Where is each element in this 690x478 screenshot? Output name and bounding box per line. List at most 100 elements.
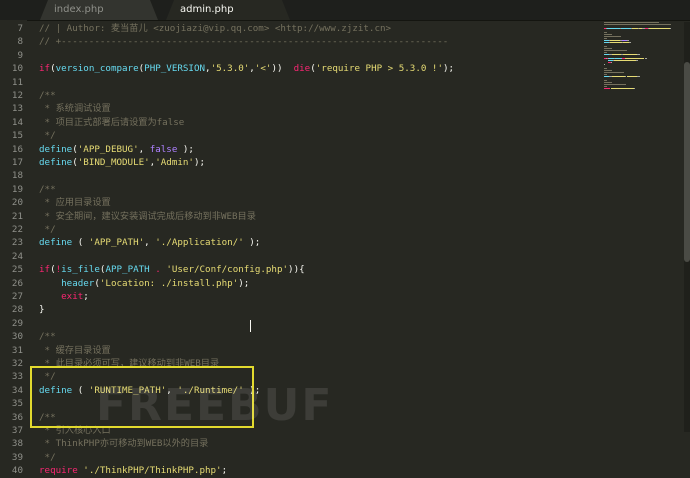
tab-index-php[interactable]: index.php	[40, 0, 158, 20]
code-token: '<'	[254, 63, 272, 75]
code-token: // +------------------------------------…	[39, 36, 449, 48]
code-text: if(version_compare(PHP_VERSION,'5.3.0','…	[39, 62, 454, 75]
code-token: 'APP_PATH'	[88, 237, 145, 249]
line-number: 13	[11, 103, 23, 115]
text-cursor	[250, 320, 251, 332]
minimap-stroke	[604, 64, 605, 65]
minimap[interactable]	[604, 22, 680, 102]
minimap-stroke	[629, 42, 631, 43]
line-number: 34	[11, 384, 23, 396]
code-text: exit;	[39, 290, 89, 303]
code-text: // +------------------------------------…	[39, 35, 448, 48]
code-token: .	[149, 264, 167, 276]
line-number: 17	[11, 157, 23, 168]
line-number: 8	[17, 36, 23, 48]
minimap-stroke	[637, 54, 640, 55]
minimap-stroke	[606, 28, 621, 29]
code-token: );	[243, 237, 261, 249]
minimap-stroke	[636, 60, 639, 61]
line-number: 40	[11, 465, 23, 477]
code-text: define('APP_DEBUG', false );	[39, 143, 194, 156]
code-token: ;	[83, 291, 89, 302]
code-token: die	[293, 63, 311, 75]
minimap-stroke	[614, 58, 622, 59]
code-token: 'require PHP > 5.3.0 !'	[315, 63, 443, 75]
code-token: /**	[39, 331, 56, 343]
scroll-thumb[interactable]	[684, 62, 690, 262]
line-number: 15	[11, 130, 23, 142]
line-number: 36	[11, 411, 23, 423]
code-token: '5.3.0'	[210, 63, 250, 75]
line-number: 27	[11, 291, 23, 302]
code-text: /**	[39, 330, 56, 343]
minimap-stroke	[612, 76, 625, 77]
code-text: // | Author: 麦当苗儿 <zuojiazi@vip.qq.com> …	[39, 22, 391, 35]
line-number: 16	[11, 143, 23, 155]
minimap-stroke	[669, 28, 672, 29]
code-text: * ThinkPHP亦可移动到WEB以外的目录	[39, 437, 209, 450]
code-text: * 缓存目录设置	[39, 344, 111, 357]
code-token: }	[39, 304, 45, 316]
code-text: * 系统调试设置	[39, 102, 111, 115]
code-token: PHP_VERSION	[144, 63, 206, 75]
line-number: 28	[11, 304, 23, 316]
code-text: header('Location: ./install.php');	[39, 277, 249, 290]
code-token: /**	[39, 90, 56, 101]
code-token: ;	[221, 465, 228, 477]
code-text: */	[39, 129, 56, 142]
minimap-stroke	[626, 76, 638, 77]
code-token: is_file	[61, 264, 100, 276]
line-number: 14	[11, 116, 23, 128]
code-token: false	[149, 143, 178, 155]
line-number: 24	[11, 250, 23, 262]
code-token: 'Admin'	[155, 157, 194, 168]
code-token: ,	[138, 143, 150, 155]
code-token: if	[39, 264, 51, 276]
code-text: * 项目正式部署后请设置为false	[39, 116, 185, 129]
minimap-stroke	[611, 62, 613, 63]
minimap-stroke	[649, 28, 670, 29]
code-token: * 项目正式部署后请设置为false	[39, 116, 185, 128]
line-number: 12	[11, 90, 23, 101]
minimap-stroke	[637, 76, 640, 77]
tab-admin-php[interactable]: admin.php	[166, 0, 290, 20]
minimap-stroke	[604, 84, 626, 85]
code-text: }	[39, 303, 45, 316]
code-token: * 缓存目录设置	[39, 344, 111, 356]
minimap-stroke	[604, 70, 613, 71]
minimap-stroke	[604, 52, 607, 53]
code-token: ))	[271, 63, 294, 75]
line-number: 7	[17, 23, 23, 34]
minimap-stroke	[604, 80, 607, 81]
minimap-stroke	[611, 88, 634, 89]
line-number: 32	[11, 358, 23, 369]
minimap-stroke	[604, 38, 607, 39]
minimap-stroke	[604, 50, 628, 51]
code-token: define	[39, 143, 73, 155]
code-token: /**	[39, 183, 56, 195]
minimap-stroke	[624, 58, 645, 59]
code-token: */	[39, 451, 56, 463]
line-number: 22	[11, 224, 23, 235]
minimap-stroke	[622, 54, 638, 55]
minimap-stroke	[604, 88, 611, 89]
line-number: 33	[11, 371, 23, 383]
code-token: );	[442, 63, 455, 75]
code-token: );	[238, 277, 250, 289]
code-text: */	[39, 223, 56, 236]
code-text: * 应用目录设置	[39, 196, 111, 209]
code-token: );	[177, 143, 194, 155]
minimap-stroke	[604, 86, 607, 87]
minimap-stroke	[610, 42, 622, 43]
code-token: if	[39, 63, 51, 75]
minimap-stroke	[604, 74, 607, 75]
line-number: 35	[11, 398, 23, 410]
code-token: 'BIND_MODULE'	[77, 157, 150, 168]
minimap-stroke	[633, 88, 635, 89]
line-number: 38	[11, 438, 23, 450]
line-number: 37	[11, 425, 23, 436]
vertical-scrollbar[interactable]	[684, 22, 690, 432]
code-token: * ThinkPHP亦可移动到WEB以外的目录	[39, 438, 209, 450]
line-number: 21	[11, 210, 23, 222]
